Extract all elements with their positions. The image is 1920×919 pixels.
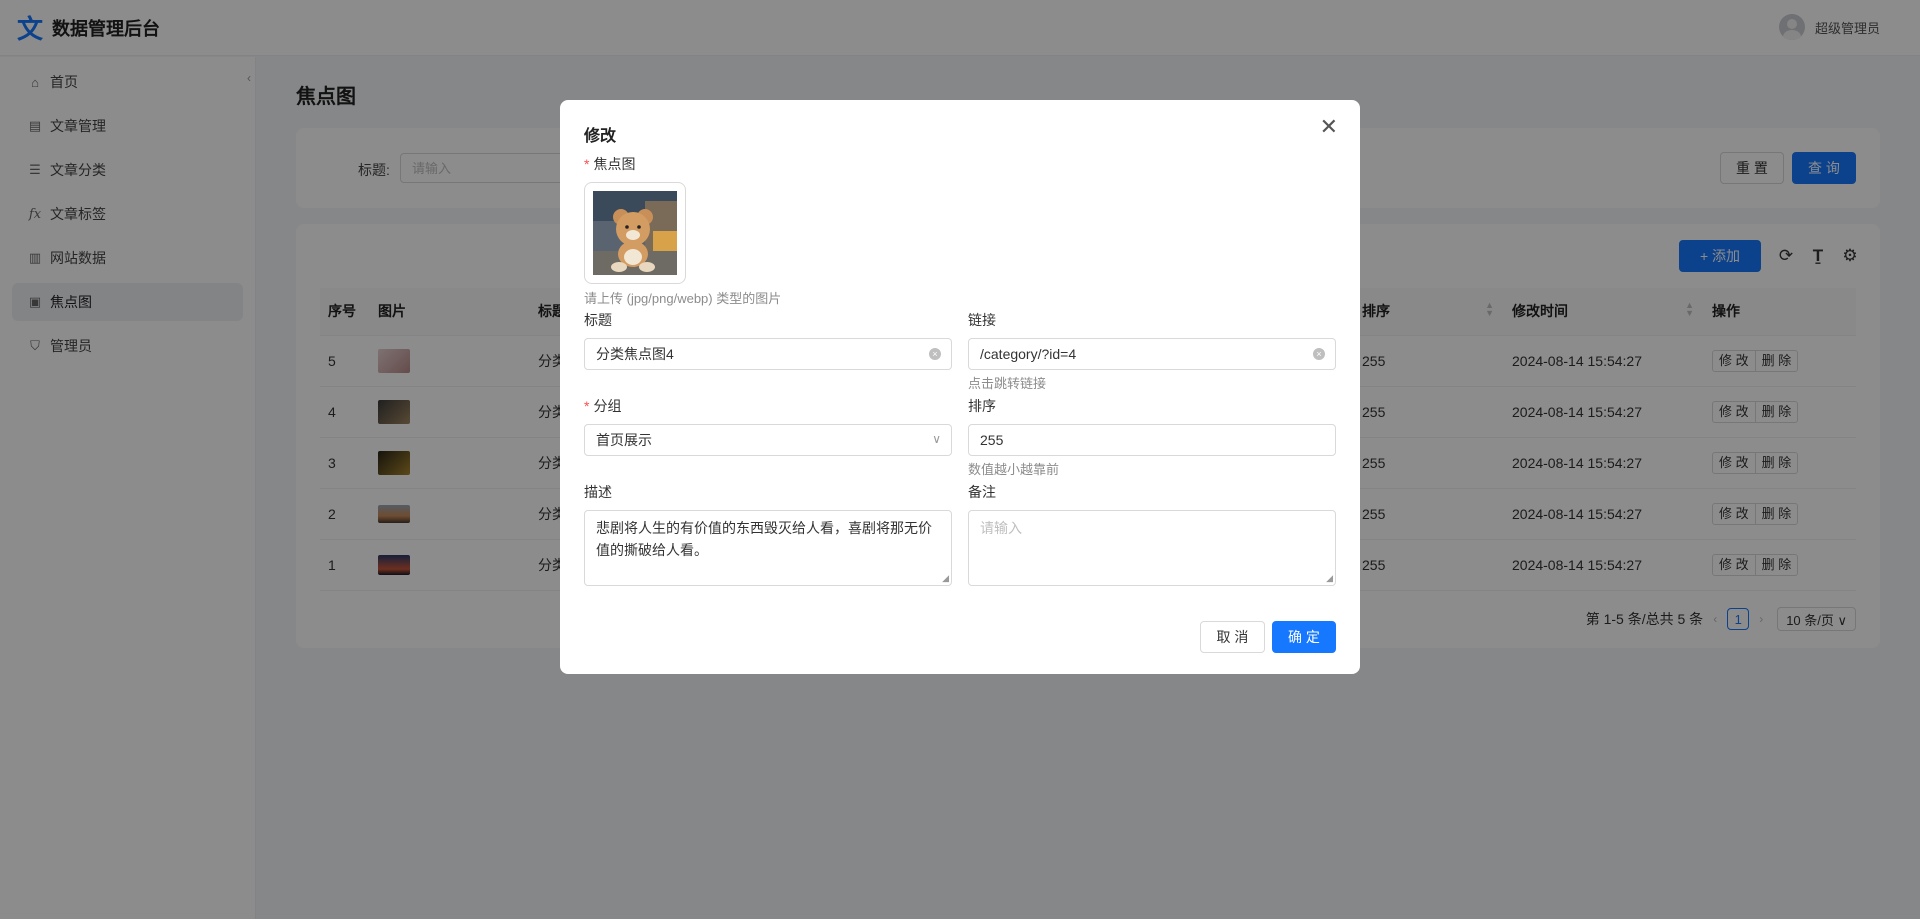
title-field-label: 标题: [584, 312, 612, 328]
upload-hint: 请上传 (jpg/png/webp) 类型的图片: [584, 291, 782, 306]
sort-help: 数值越小越靠前: [968, 462, 1060, 477]
link-input-value: /category/?id=4: [980, 346, 1077, 362]
image-label-text: 焦点图: [593, 156, 636, 172]
resize-handle-icon[interactable]: ◢: [1326, 574, 1333, 583]
resize-handle-icon[interactable]: ◢: [942, 574, 949, 583]
link-input[interactable]: /category/?id=4 ×: [968, 338, 1336, 370]
remark-placeholder: 请输入: [980, 520, 1022, 536]
group-select-value: 首页展示: [596, 432, 652, 448]
desc-textarea[interactable]: 悲剧将人生的有价值的东西毁灭给人看，喜剧将那无价值的撕破给人看。 ◢: [584, 510, 952, 586]
clear-icon[interactable]: ×: [929, 348, 941, 360]
modal-title: 修改: [584, 128, 617, 145]
group-select[interactable]: 首页展示 ∨: [584, 424, 952, 456]
cancel-button[interactable]: 取 消: [1200, 621, 1265, 653]
edit-modal: 修改 ✕ * 焦点图 请上传 (jpg/png/webp) 类型的图片 标题 分类…: [560, 100, 1360, 674]
remark-field-label: 备注: [968, 484, 996, 500]
confirm-button[interactable]: 确 定: [1272, 621, 1336, 653]
desc-field-label: 描述: [584, 484, 612, 500]
sort-field-label: 排序: [968, 398, 996, 414]
image-field-label: * 焦点图: [584, 154, 635, 174]
close-icon[interactable]: ✕: [1320, 116, 1338, 138]
link-field-label: 链接: [968, 312, 996, 328]
clear-icon[interactable]: ×: [1313, 348, 1325, 360]
required-mark: *: [584, 156, 590, 172]
remark-textarea[interactable]: 请输入 ◢: [968, 510, 1336, 586]
group-label-text: 分组: [593, 398, 622, 414]
title-input[interactable]: 分类焦点图4 ×: [584, 338, 952, 370]
required-mark: *: [584, 398, 590, 414]
link-help: 点击跳转链接: [968, 376, 1047, 391]
group-field-label: * 分组: [584, 396, 621, 416]
sort-input-value: 255: [980, 432, 1004, 448]
sort-input[interactable]: 255: [968, 424, 1336, 456]
chevron-down-icon: ∨: [932, 432, 941, 446]
desc-textarea-value: 悲剧将人生的有价值的东西毁灭给人看，喜剧将那无价值的撕破给人看。: [596, 520, 932, 558]
image-upload[interactable]: [584, 182, 686, 284]
bear-image: [593, 191, 677, 275]
title-input-value: 分类焦点图4: [596, 346, 674, 362]
